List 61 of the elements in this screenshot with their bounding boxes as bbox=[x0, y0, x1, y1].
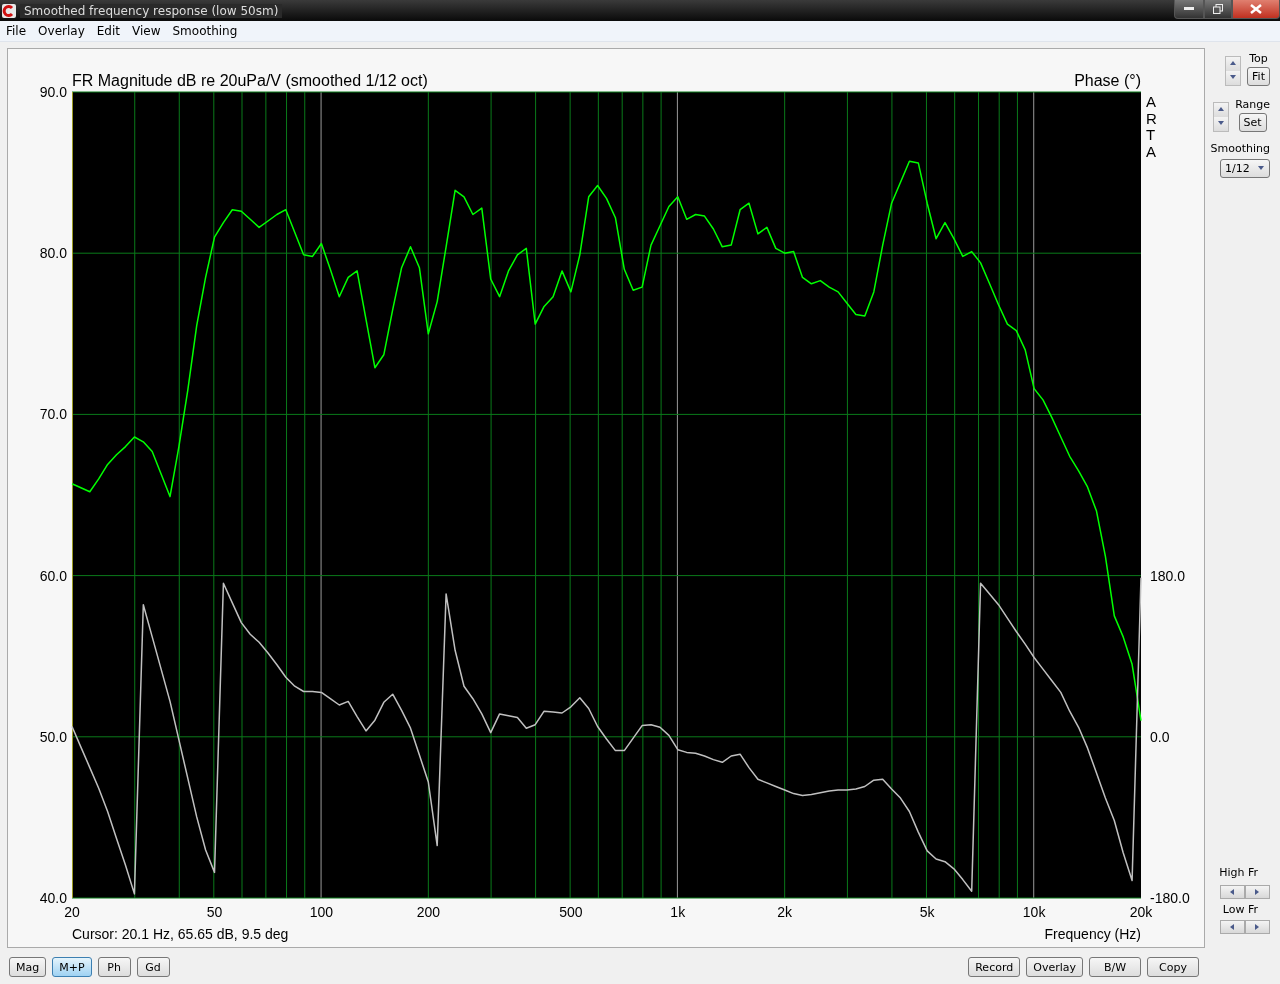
top-label: Top bbox=[1249, 52, 1268, 65]
axis-tick-label: -180.0 bbox=[1150, 890, 1190, 906]
action-button[interactable]: Overlay bbox=[1026, 957, 1083, 977]
phase-axis-title: Phase (°) bbox=[1074, 72, 1141, 90]
axis-tick-label: 40.0 bbox=[39, 890, 67, 906]
cursor-readout: Cursor: 20.1 Hz, 65.65 dB, 9.5 deg bbox=[72, 926, 289, 942]
chart-title: FR Magnitude dB re 20uPa/V (smoothed 1/12 oct) bbox=[72, 72, 428, 90]
action-button[interactable]: Copy bbox=[1147, 957, 1199, 977]
action-button[interactable]: B/W bbox=[1089, 957, 1141, 977]
close-button[interactable] bbox=[1232, 0, 1280, 19]
range-label: Range bbox=[1235, 98, 1270, 111]
brand-mark: ARTA bbox=[1146, 94, 1158, 160]
axis-tick-label: 1k bbox=[670, 904, 686, 920]
left-arrow-icon bbox=[1228, 923, 1237, 931]
axis-tick-label: 50 bbox=[206, 904, 223, 920]
axis-tick-label: 100 bbox=[309, 904, 334, 920]
left-button[interactable] bbox=[1220, 885, 1245, 899]
low-fr-label: Low Fr bbox=[1222, 903, 1258, 916]
x-axis-title: Frequency (Hz) bbox=[1044, 926, 1141, 942]
restore-icon bbox=[1213, 4, 1223, 14]
axis-tick-label: 0.0 bbox=[1150, 728, 1170, 745]
axis-tick-label: 20 bbox=[64, 904, 80, 920]
axis-tick-label: 500 bbox=[559, 904, 583, 920]
menu-item[interactable]: Overlay bbox=[34, 24, 89, 38]
axis-tick-label: 50.0 bbox=[39, 728, 67, 745]
view-button[interactable]: Mag bbox=[9, 957, 47, 977]
axis-tick-label: 5k bbox=[919, 904, 935, 920]
up-icon bbox=[1229, 60, 1238, 68]
minimize-button[interactable] bbox=[1174, 0, 1204, 19]
left-button[interactable] bbox=[1220, 920, 1245, 934]
axis-tick-label: 70.0 bbox=[39, 406, 67, 423]
left-arrow-icon bbox=[1228, 888, 1237, 896]
action-button[interactable]: Record bbox=[968, 957, 1021, 977]
view-button[interactable]: Ph bbox=[97, 957, 131, 977]
axis-tick-label: 60.0 bbox=[39, 567, 67, 584]
axis-tick-label: 200 bbox=[416, 904, 440, 920]
right-button[interactable] bbox=[1245, 885, 1270, 899]
restore-button[interactable] bbox=[1204, 0, 1232, 19]
menu-item[interactable]: Edit bbox=[92, 24, 124, 38]
axis-tick-label: 80.0 bbox=[39, 245, 67, 262]
axis-tick-label: 2k bbox=[777, 904, 793, 920]
axis-tick-label: 20k bbox=[1129, 904, 1153, 920]
right-button[interactable] bbox=[1245, 920, 1270, 934]
set-button[interactable]: Set bbox=[1238, 113, 1267, 132]
app-icon bbox=[2, 3, 16, 18]
up-icon bbox=[1217, 106, 1226, 114]
window-title: Smoothed frequency response (low 50sm) bbox=[20, 3, 283, 18]
close-icon bbox=[1250, 4, 1262, 14]
axis-tick-label: 180.0 bbox=[1150, 567, 1186, 584]
high-fr-label: High Fr bbox=[1219, 866, 1258, 879]
smoothing-label: Smoothing bbox=[1210, 142, 1270, 155]
view-button[interactable]: M+P bbox=[52, 957, 92, 977]
menu-item[interactable]: File bbox=[2, 24, 31, 38]
menu-item[interactable]: Smoothing bbox=[168, 24, 242, 38]
menu-item[interactable]: View bbox=[128, 24, 165, 38]
smoothing-dropdown[interactable]: 1/12 bbox=[1220, 159, 1270, 178]
axis-tick-label: 90.0 bbox=[39, 84, 67, 100]
minimize-icon bbox=[1184, 7, 1194, 11]
view-button[interactable]: Gd bbox=[136, 957, 170, 977]
fit-button[interactable]: Fit bbox=[1247, 67, 1270, 86]
axis-tick-label: 10k bbox=[1022, 904, 1046, 920]
